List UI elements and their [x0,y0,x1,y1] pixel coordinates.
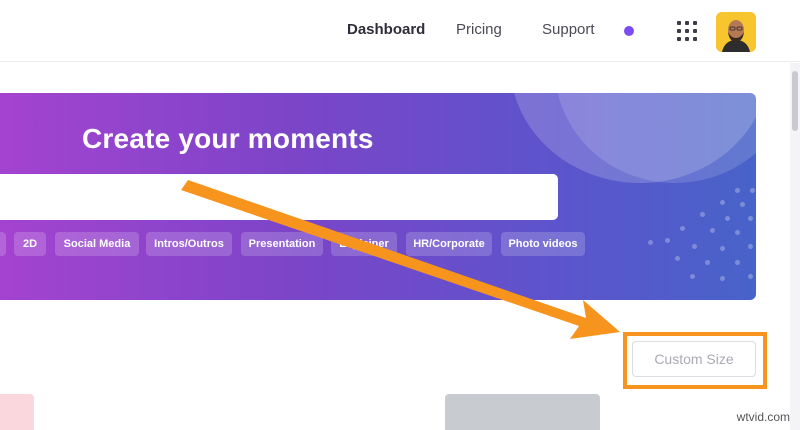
tag-2d[interactable]: 2D [14,232,46,256]
nav-support[interactable]: Support [542,21,595,38]
avatar-face-icon [716,12,756,52]
tag-hr-corporate[interactable]: HR/Corporate [406,232,492,256]
nav-dashboard[interactable]: Dashboard [347,21,425,38]
tag-intros-outros[interactable]: Intros/Outros [146,232,232,256]
nav-pricing[interactable]: Pricing [456,21,502,38]
template-card[interactable] [0,394,34,430]
hero-banner: Create your moments 2D Social Media Intr… [0,93,756,300]
template-card[interactable] [445,394,600,430]
tag-photo-videos[interactable]: Photo videos [501,232,585,256]
custom-size-button[interactable]: Custom Size [632,341,756,377]
banner-title: Create your moments [82,123,374,154]
tag-explainer[interactable]: Explainer [331,232,397,256]
search-input[interactable] [0,174,558,220]
user-avatar[interactable] [716,12,756,52]
status-dot [624,26,634,36]
page-scrollbar[interactable] [790,63,800,430]
watermark: wtvid.com [736,410,790,424]
apps-grid-icon[interactable] [677,21,697,41]
tag-presentation[interactable]: Presentation [241,232,323,256]
scroll-thumb[interactable] [792,71,798,131]
tag-partial[interactable] [0,232,6,256]
top-header: Dashboard Pricing Support [0,0,800,62]
decorative-dots [640,188,756,298]
tag-social-media[interactable]: Social Media [55,232,139,256]
